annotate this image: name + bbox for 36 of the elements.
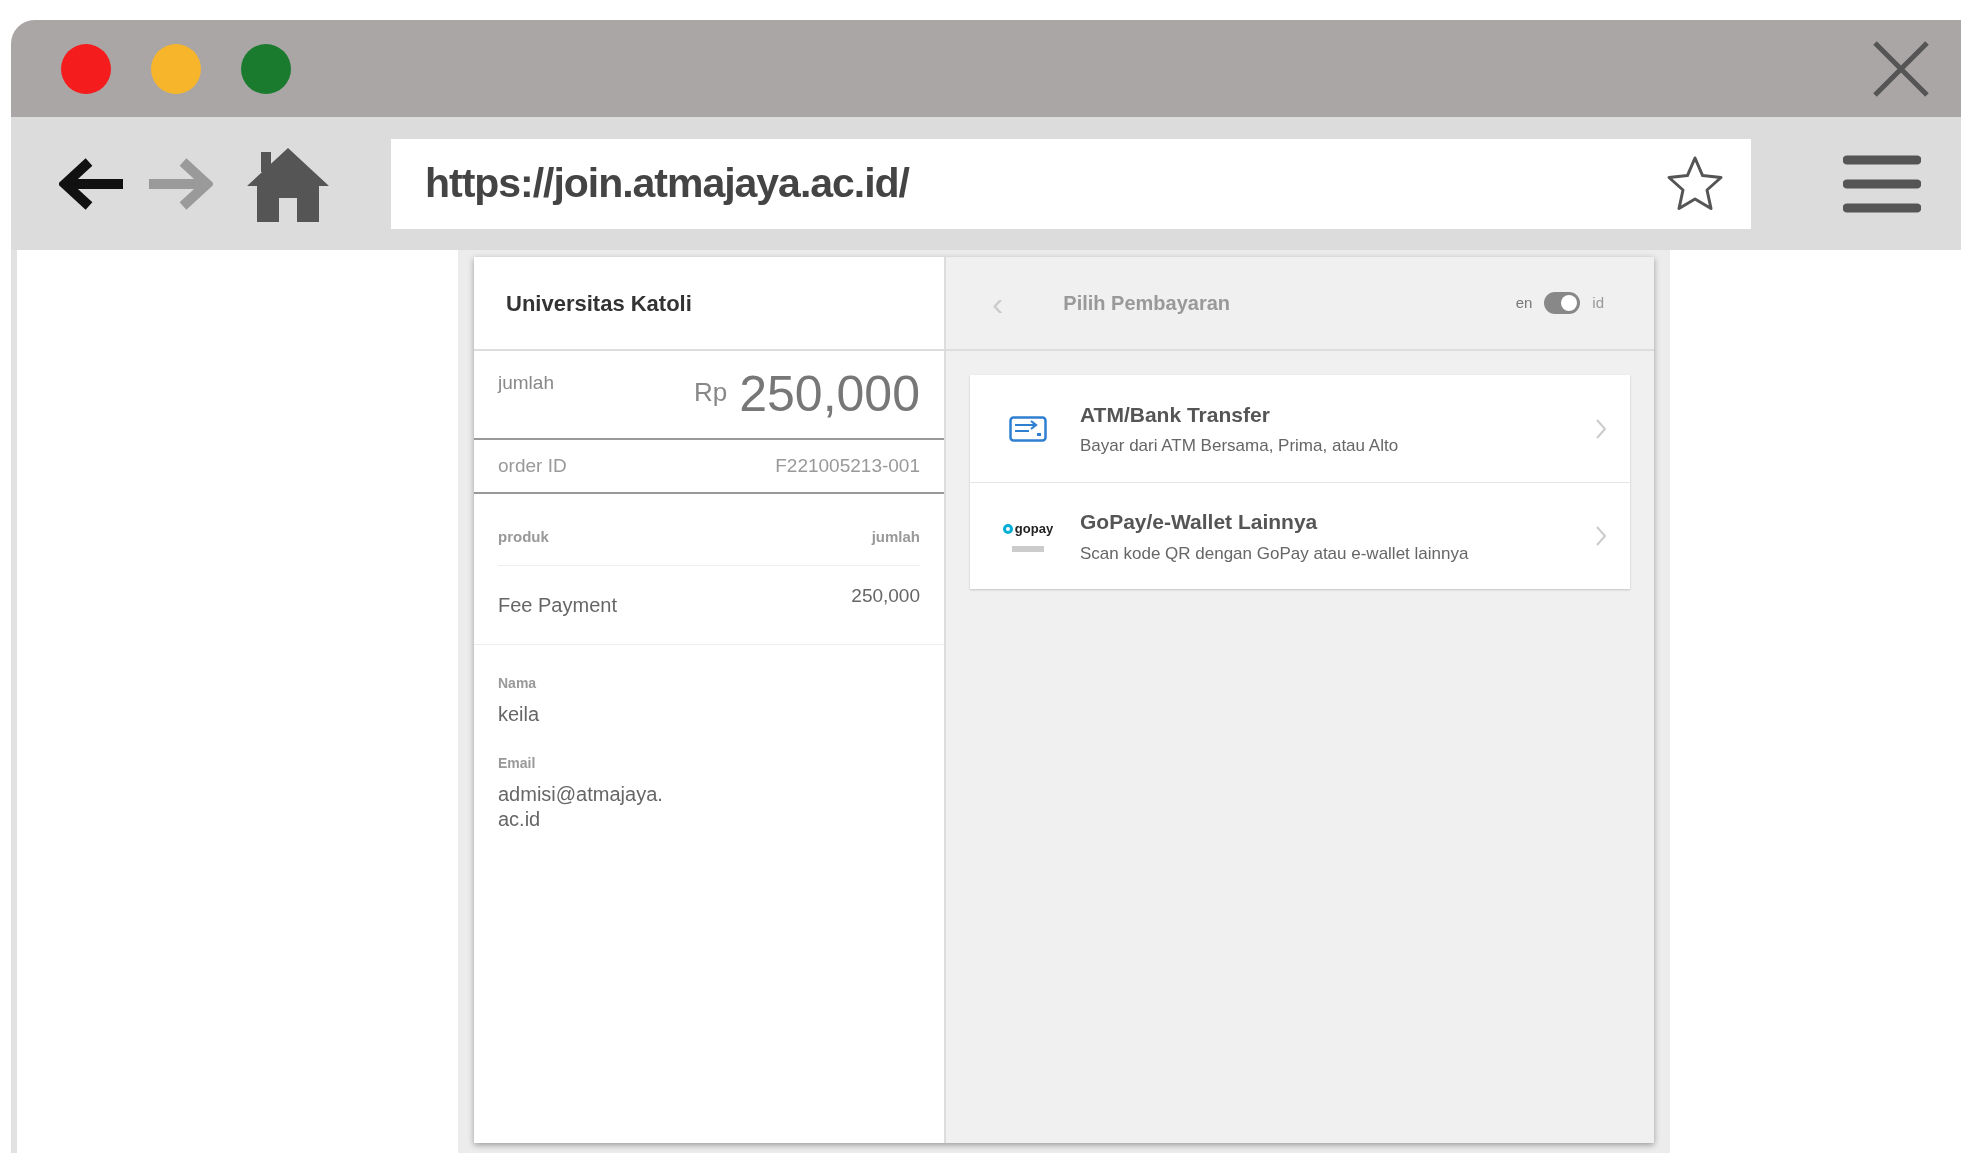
column-header: jumlah [871, 527, 920, 547]
payment-option[interactable]: ATM/Bank Transfer Bayar dari ATM Bersama, Prima, atau Alto [970, 375, 1630, 482]
option-title: GoPay/e-Wallet Lainnya [1080, 509, 1319, 535]
field-value: admisi@atmajaya. ac.id [498, 781, 663, 832]
language-toggle[interactable] [1544, 292, 1581, 314]
chevron-right-icon [1596, 526, 1606, 546]
field-label: Nama [498, 673, 538, 693]
amount-label: jumlah [498, 371, 554, 395]
option-subtitle: Scan kode QR dengan GoPay atau e-wallet lainnya [1080, 542, 1470, 565]
language-option: en [1515, 291, 1533, 315]
merchant-name: Universitas Katoli [506, 289, 692, 318]
panel-title: Pilih Pembayaran [1063, 291, 1231, 316]
product-name: Fee Payment [498, 592, 617, 618]
option-title: ATM/Bank Transfer [1080, 401, 1271, 428]
column-header: produk [498, 527, 549, 547]
order-id-value: F221005213-001 [775, 453, 920, 478]
payment-option[interactable]: gopay GoPay/e-Wallet Lainnya Scan kode QR dengan GoPay atau e-wallet lainnya [970, 482, 1630, 589]
field-value: keila [498, 701, 540, 727]
field-label: Email [498, 753, 537, 773]
chevron-right-icon [1596, 418, 1606, 439]
maximize-light[interactable] [241, 43, 291, 94]
total-amount: 250,000 [739, 369, 920, 419]
qr-logo-icon [1012, 544, 1044, 553]
option-subtitle: Bayar dari ATM Bersama, Prima, atau Alto [1080, 435, 1400, 457]
language-option: id [1592, 291, 1604, 315]
product-amount: 250,000 [851, 583, 920, 608]
currency-label: Rp [694, 376, 728, 409]
forward-arrow-icon[interactable] [147, 157, 213, 210]
address-bar[interactable]: https://join.atmajaya.ac.id/ [391, 138, 1751, 229]
menu-icon[interactable] [1843, 153, 1921, 214]
wallet-logo: gopay [1002, 519, 1054, 539]
order-id-label: order ID [498, 453, 567, 478]
back-arrow-icon[interactable] [59, 157, 125, 210]
close-icon[interactable] [1871, 38, 1931, 99]
card-transfer-icon [1009, 415, 1047, 442]
close-light[interactable] [61, 43, 111, 94]
